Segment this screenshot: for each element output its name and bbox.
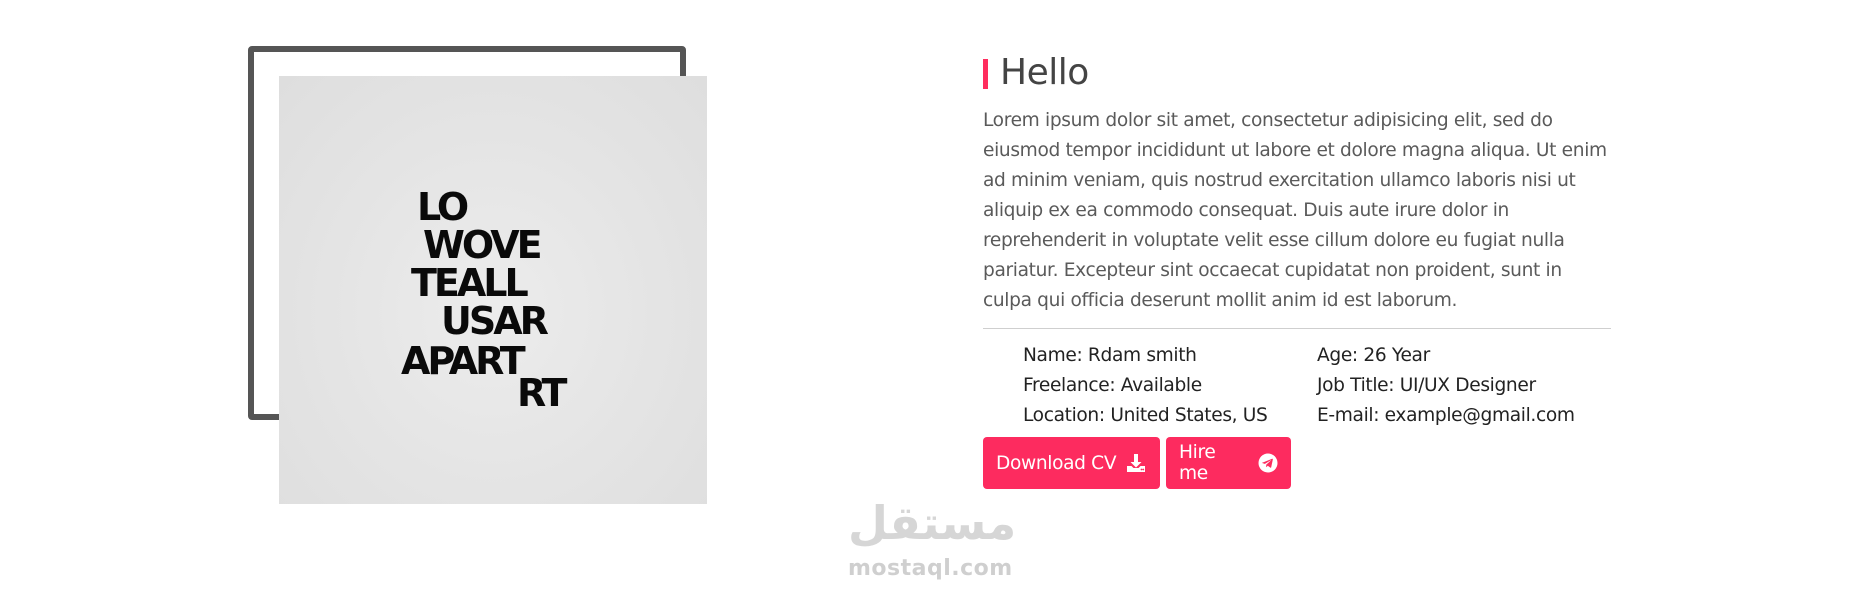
heading-accent-bar	[983, 59, 988, 89]
info-grid: Name: Rdam smith Age: 26 Year Freelance:…	[1023, 341, 1615, 431]
info-name: Name: Rdam smith	[1023, 345, 1197, 366]
section-heading: Hello	[983, 48, 1615, 96]
poster-line-5: APART	[401, 339, 526, 383]
hire-me-button[interactable]: Hire me	[1166, 437, 1291, 489]
poster-line-6: RT	[517, 371, 568, 408]
action-buttons: Download CV Hire me	[983, 437, 1615, 489]
info-location: Location: United States, US	[1023, 405, 1268, 426]
about-section: Hello Lorem ipsum dolor sit amet, consec…	[983, 48, 1615, 489]
watermark-latin-text: mostaql.com	[848, 556, 1013, 581]
telegram-icon	[1258, 453, 1278, 473]
info-freelance: Freelance: Available	[1023, 375, 1202, 396]
info-email: E-mail: example@gmail.com	[1317, 405, 1575, 426]
poster-line-4: USAR	[441, 299, 549, 343]
download-cv-button[interactable]: Download CV	[983, 437, 1160, 489]
profile-image: LO WOVE TEALL USAR APART RT	[279, 76, 707, 504]
hire-me-label: Hire me	[1179, 442, 1216, 484]
download-cv-label: Download CV	[996, 452, 1117, 474]
download-icon	[1126, 453, 1146, 473]
info-job-title: Job Title: UI/UX Designer	[1317, 375, 1536, 396]
divider	[983, 328, 1611, 329]
watermark-arabic-text: مستقل	[848, 496, 1017, 550]
heading-title: Hello	[1000, 51, 1089, 93]
info-age: Age: 26 Year	[1317, 345, 1430, 366]
about-description: Lorem ipsum dolor sit amet, consectetur …	[983, 110, 1607, 311]
poster-typography: LO WOVE TEALL USAR APART RT	[399, 188, 579, 408]
